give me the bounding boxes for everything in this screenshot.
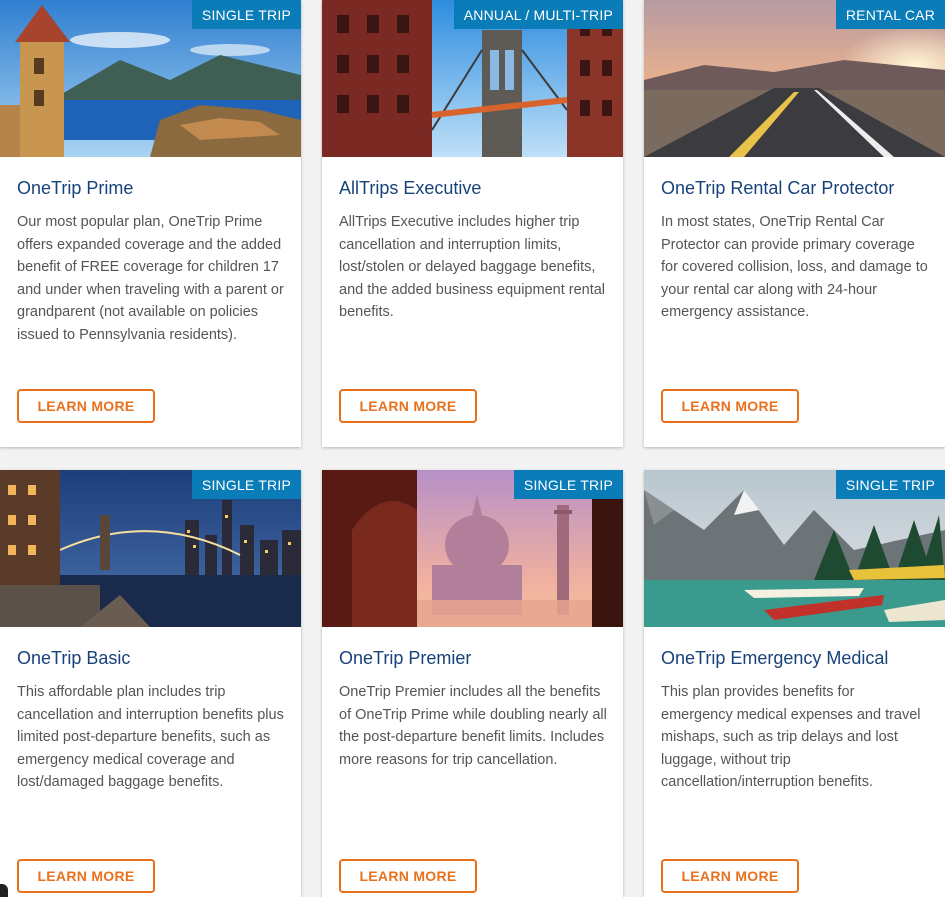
plan-title[interactable]: OneTrip Prime [17,177,301,199]
plan-title[interactable]: OneTrip Emergency Medical [661,647,945,669]
plan-image-mountain-lake: SINGLE TRIP [644,470,945,627]
trip-type-badge: SINGLE TRIP [191,470,301,499]
trip-type-badge: RENTAL CAR [835,0,945,29]
plan-image-bridge-city: ANNUAL / MULTI-TRIP [322,0,623,157]
plan-description: AllTrips Executive includes higher trip … [339,214,606,320]
plan-title[interactable]: OneTrip Rental Car Protector [661,177,945,199]
plan-card-onetrip-premier: SINGLE TRIP OneTrip Premier OneTrip Prem… [322,470,623,897]
scroll-indicator [0,884,8,897]
plan-card-rental-car-protector: RENTAL CAR OneTrip Rental Car Protector … [644,0,945,447]
learn-more-button[interactable]: LEARN MORE [661,389,799,423]
plan-description: This plan provides benefits for emergenc… [661,684,921,790]
plan-image-open-road: RENTAL CAR [644,0,945,157]
plan-description: This affordable plan includes trip cance… [17,684,284,790]
learn-more-button[interactable]: LEARN MORE [661,859,799,893]
plan-description: In most states, OneTrip Rental Car Prote… [661,214,928,320]
plan-title[interactable]: OneTrip Premier [339,647,623,669]
plan-description: OneTrip Premier includes all the benefit… [339,684,607,768]
plan-title[interactable]: OneTrip Basic [17,647,301,669]
plan-image-taj-mahal: SINGLE TRIP [322,470,623,627]
learn-more-button[interactable]: LEARN MORE [17,859,155,893]
trip-type-badge: SINGLE TRIP [513,470,623,499]
learn-more-button[interactable]: LEARN MORE [339,859,477,893]
plan-title[interactable]: AllTrips Executive [339,177,623,199]
plan-card-grid: SINGLE TRIP OneTrip Prime Our most popul… [0,0,945,897]
plan-card-alltrips-executive: ANNUAL / MULTI-TRIP AllTrips Executive A… [322,0,623,447]
plan-card-onetrip-prime: SINGLE TRIP OneTrip Prime Our most popul… [0,0,301,447]
trip-type-badge: ANNUAL / MULTI-TRIP [453,0,623,29]
plan-card-onetrip-basic: SINGLE TRIP OneTrip Basic This affordabl… [0,470,301,897]
plan-image-night-skyline: SINGLE TRIP [0,470,301,627]
plan-card-emergency-medical: SINGLE TRIP OneTrip Emergency Medical Th… [644,470,945,897]
learn-more-button[interactable]: LEARN MORE [17,389,155,423]
plan-image-coastal-town: SINGLE TRIP [0,0,301,157]
learn-more-button[interactable]: LEARN MORE [339,389,477,423]
plan-description: Our most popular plan, OneTrip Prime off… [17,214,284,343]
trip-type-badge: SINGLE TRIP [191,0,301,29]
trip-type-badge: SINGLE TRIP [835,470,945,499]
